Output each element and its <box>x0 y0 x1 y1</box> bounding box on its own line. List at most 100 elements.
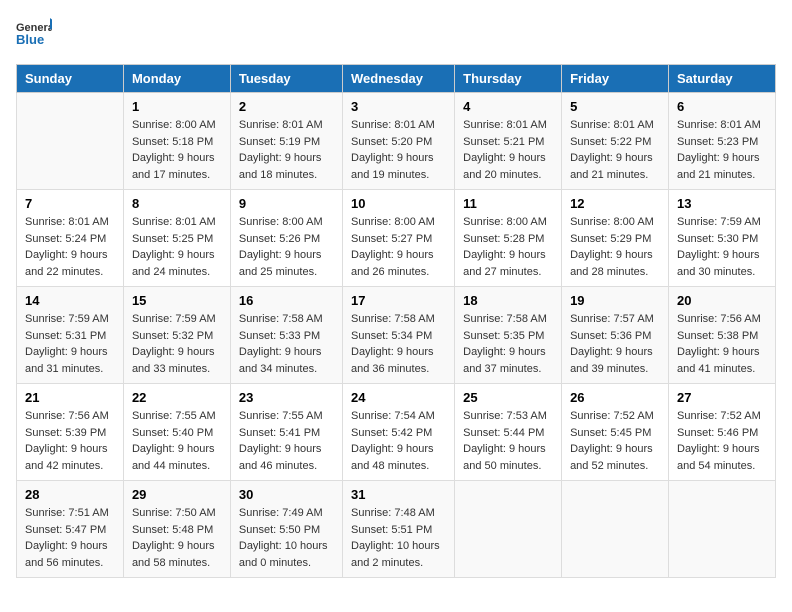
calendar-header-row: SundayMondayTuesdayWednesdayThursdayFrid… <box>17 65 776 93</box>
calendar-week-row: 7 Sunrise: 8:01 AMSunset: 5:24 PMDaylight… <box>17 190 776 287</box>
day-number: 1 <box>132 99 222 114</box>
day-number: 3 <box>351 99 446 114</box>
calendar-cell <box>17 93 124 190</box>
logo-svg: General Blue <box>16 16 52 52</box>
day-number: 20 <box>677 293 767 308</box>
calendar-cell: 29Sunrise: 7:50 AMSunset: 5:48 PMDayligh… <box>123 481 230 578</box>
day-number: 19 <box>570 293 660 308</box>
day-number: 27 <box>677 390 767 405</box>
calendar-cell: 25Sunrise: 7:53 AMSunset: 5:44 PMDayligh… <box>455 384 562 481</box>
day-number: 9 <box>239 196 334 211</box>
day-info: Sunrise: 7:56 AMSunset: 5:39 PMDaylight:… <box>25 408 115 474</box>
day-info: Sunrise: 7:49 AMSunset: 5:50 PMDaylight:… <box>239 505 334 571</box>
day-info: Sunrise: 8:00 AMSunset: 5:27 PMDaylight:… <box>351 214 446 280</box>
day-info: Sunrise: 7:52 AMSunset: 5:45 PMDaylight:… <box>570 408 660 474</box>
calendar-week-row: 28 Sunrise: 7:51 AMSunset: 5:47 PMDayligh… <box>17 481 776 578</box>
day-number: 23 <box>239 390 334 405</box>
day-number: 4 <box>463 99 553 114</box>
day-info: Sunrise: 7:59 AMSunset: 5:31 PMDaylight:… <box>25 311 115 377</box>
day-number: 11 <box>463 196 553 211</box>
calendar-cell: 24 Sunrise: 7:54 AMSunset: 5:42 PMDayligh… <box>343 384 455 481</box>
calendar-cell: 18 Sunrise: 7:58 AMSunset: 5:35 PMDayligh… <box>455 287 562 384</box>
calendar-cell: 3 Sunrise: 8:01 AMSunset: 5:20 PMDaylight… <box>343 93 455 190</box>
day-info: Sunrise: 7:58 AMSunset: 5:33 PMDaylight:… <box>239 311 334 377</box>
day-info: Sunrise: 8:01 AMSunset: 5:21 PMDaylight:… <box>463 117 553 183</box>
calendar-cell: 1Sunrise: 8:00 AMSunset: 5:18 PMDaylight… <box>123 93 230 190</box>
calendar-cell: 11Sunrise: 8:00 AMSunset: 5:28 PMDayligh… <box>455 190 562 287</box>
calendar-table: SundayMondayTuesdayWednesdayThursdayFrid… <box>16 64 776 578</box>
calendar-cell: 30 Sunrise: 7:49 AMSunset: 5:50 PMDayligh… <box>230 481 342 578</box>
page-header: General Blue <box>16 16 776 52</box>
calendar-cell: 19Sunrise: 7:57 AMSunset: 5:36 PMDayligh… <box>562 287 669 384</box>
header-sunday: Sunday <box>17 65 124 93</box>
calendar-cell: 21 Sunrise: 7:56 AMSunset: 5:39 PMDayligh… <box>17 384 124 481</box>
day-number: 22 <box>132 390 222 405</box>
day-number: 31 <box>351 487 446 502</box>
calendar-cell <box>562 481 669 578</box>
day-number: 2 <box>239 99 334 114</box>
day-info: Sunrise: 7:58 AMSunset: 5:35 PMDaylight:… <box>463 311 553 377</box>
calendar-week-row: 1Sunrise: 8:00 AMSunset: 5:18 PMDaylight… <box>17 93 776 190</box>
day-number: 5 <box>570 99 660 114</box>
day-number: 24 <box>351 390 446 405</box>
calendar-cell: 31 Sunrise: 7:48 AMSunset: 5:51 PMDayligh… <box>343 481 455 578</box>
day-number: 12 <box>570 196 660 211</box>
day-info: Sunrise: 7:50 AMSunset: 5:48 PMDaylight:… <box>132 505 222 571</box>
day-number: 15 <box>132 293 222 308</box>
day-info: Sunrise: 7:55 AMSunset: 5:40 PMDaylight:… <box>132 408 222 474</box>
calendar-cell: 28 Sunrise: 7:51 AMSunset: 5:47 PMDayligh… <box>17 481 124 578</box>
calendar-cell: 22 Sunrise: 7:55 AMSunset: 5:40 PMDayligh… <box>123 384 230 481</box>
header-saturday: Saturday <box>669 65 776 93</box>
day-info: Sunrise: 7:56 AMSunset: 5:38 PMDaylight:… <box>677 311 767 377</box>
header-thursday: Thursday <box>455 65 562 93</box>
day-number: 18 <box>463 293 553 308</box>
calendar-cell: 5 Sunrise: 8:01 AMSunset: 5:22 PMDaylight… <box>562 93 669 190</box>
calendar-week-row: 21 Sunrise: 7:56 AMSunset: 5:39 PMDayligh… <box>17 384 776 481</box>
day-info: Sunrise: 8:01 AMSunset: 5:24 PMDaylight:… <box>25 214 115 280</box>
calendar-cell <box>455 481 562 578</box>
calendar-cell: 16 Sunrise: 7:58 AMSunset: 5:33 PMDayligh… <box>230 287 342 384</box>
day-info: Sunrise: 7:59 AMSunset: 5:32 PMDaylight:… <box>132 311 222 377</box>
day-number: 17 <box>351 293 446 308</box>
calendar-cell: 13Sunrise: 7:59 AMSunset: 5:30 PMDayligh… <box>669 190 776 287</box>
day-number: 30 <box>239 487 334 502</box>
day-number: 28 <box>25 487 115 502</box>
day-info: Sunrise: 8:00 AMSunset: 5:29 PMDaylight:… <box>570 214 660 280</box>
day-number: 26 <box>570 390 660 405</box>
day-info: Sunrise: 7:58 AMSunset: 5:34 PMDaylight:… <box>351 311 446 377</box>
calendar-week-row: 14 Sunrise: 7:59 AMSunset: 5:31 PMDayligh… <box>17 287 776 384</box>
logo: General Blue <box>16 16 52 52</box>
calendar-cell: 2 Sunrise: 8:01 AMSunset: 5:19 PMDaylight… <box>230 93 342 190</box>
day-info: Sunrise: 8:00 AMSunset: 5:26 PMDaylight:… <box>239 214 334 280</box>
day-number: 16 <box>239 293 334 308</box>
day-info: Sunrise: 7:54 AMSunset: 5:42 PMDaylight:… <box>351 408 446 474</box>
day-info: Sunrise: 7:55 AMSunset: 5:41 PMDaylight:… <box>239 408 334 474</box>
calendar-cell: 26 Sunrise: 7:52 AMSunset: 5:45 PMDayligh… <box>562 384 669 481</box>
day-info: Sunrise: 8:01 AMSunset: 5:23 PMDaylight:… <box>677 117 767 183</box>
header-wednesday: Wednesday <box>343 65 455 93</box>
day-number: 14 <box>25 293 115 308</box>
day-info: Sunrise: 7:52 AMSunset: 5:46 PMDaylight:… <box>677 408 767 474</box>
calendar-cell: 7 Sunrise: 8:01 AMSunset: 5:24 PMDaylight… <box>17 190 124 287</box>
calendar-cell: 10 Sunrise: 8:00 AMSunset: 5:27 PMDayligh… <box>343 190 455 287</box>
header-tuesday: Tuesday <box>230 65 342 93</box>
calendar-cell: 15 Sunrise: 7:59 AMSunset: 5:32 PMDayligh… <box>123 287 230 384</box>
day-info: Sunrise: 7:59 AMSunset: 5:30 PMDaylight:… <box>677 214 767 280</box>
day-info: Sunrise: 8:01 AMSunset: 5:25 PMDaylight:… <box>132 214 222 280</box>
day-info: Sunrise: 7:51 AMSunset: 5:47 PMDaylight:… <box>25 505 115 571</box>
day-info: Sunrise: 8:01 AMSunset: 5:22 PMDaylight:… <box>570 117 660 183</box>
header-monday: Monday <box>123 65 230 93</box>
day-number: 6 <box>677 99 767 114</box>
day-number: 25 <box>463 390 553 405</box>
day-number: 21 <box>25 390 115 405</box>
calendar-cell: 20 Sunrise: 7:56 AMSunset: 5:38 PMDayligh… <box>669 287 776 384</box>
day-info: Sunrise: 8:01 AMSunset: 5:20 PMDaylight:… <box>351 117 446 183</box>
calendar-cell: 14 Sunrise: 7:59 AMSunset: 5:31 PMDayligh… <box>17 287 124 384</box>
day-number: 10 <box>351 196 446 211</box>
calendar-cell: 27 Sunrise: 7:52 AMSunset: 5:46 PMDayligh… <box>669 384 776 481</box>
day-info: Sunrise: 7:48 AMSunset: 5:51 PMDaylight:… <box>351 505 446 571</box>
day-number: 7 <box>25 196 115 211</box>
header-friday: Friday <box>562 65 669 93</box>
calendar-cell <box>669 481 776 578</box>
day-info: Sunrise: 8:01 AMSunset: 5:19 PMDaylight:… <box>239 117 334 183</box>
